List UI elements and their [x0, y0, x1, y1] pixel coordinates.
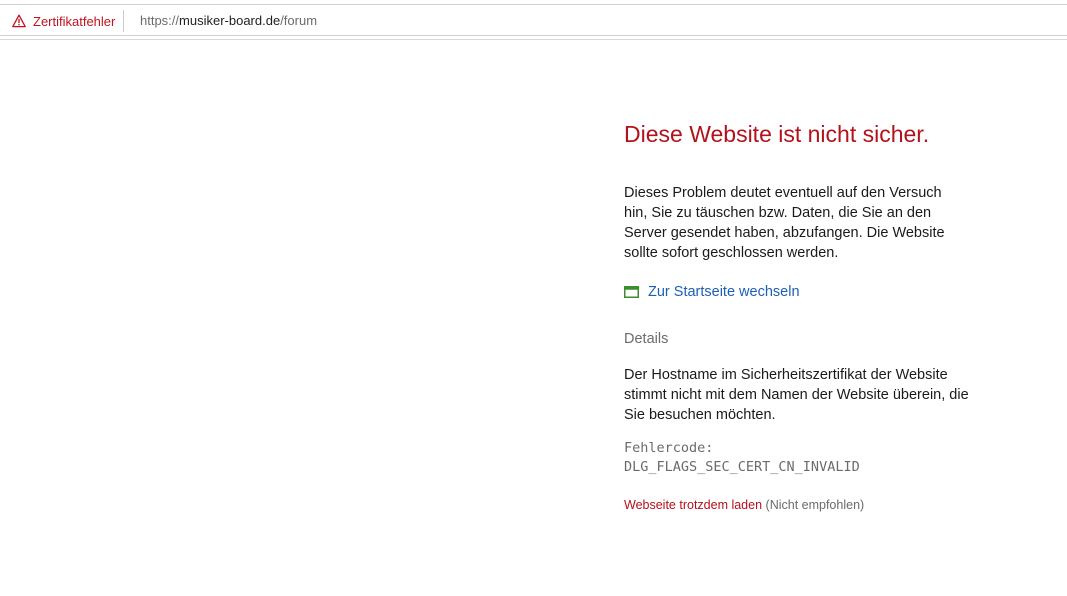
proceed-row: Webseite trotzdem laden (Nicht empfohlen…: [624, 496, 1024, 514]
url-scheme: https://: [140, 13, 180, 28]
error-code-label: Fehlercode:: [624, 440, 714, 456]
error-page-content: Diese Website ist nicht sicher. Dieses P…: [624, 118, 1024, 514]
url-field[interactable]: https://musiker-board.de/forum: [140, 10, 317, 32]
browser-window-icon: [624, 286, 639, 298]
error-description: Dieses Problem deutet eventuell auf den …: [624, 185, 945, 261]
go-to-homepage-link[interactable]: Zur Startseite wechseln: [624, 282, 1024, 302]
details-toggle[interactable]: Details: [624, 329, 1024, 349]
go-to-homepage-label: Zur Startseite wechseln: [648, 284, 800, 300]
page-title: Diese Website ist nicht sicher.: [624, 121, 930, 147]
url-path: /forum: [280, 13, 318, 28]
address-bar[interactable]: Zertifikatfehler https://musiker-board.d…: [0, 4, 1067, 36]
warning-triangle-icon: [12, 14, 26, 28]
details-text: Der Hostname im Sicherheitszertifikat de…: [624, 367, 969, 423]
error-code-block: Fehlercode: DLG_FLAGS_SEC_CERT_CN_INVALI…: [624, 439, 1024, 477]
certificate-error-button[interactable]: Zertifikatfehler: [6, 10, 125, 32]
not-recommended-note: (Nicht empfohlen): [765, 498, 865, 512]
url-domain: musiker-board.de: [179, 13, 281, 28]
certificate-error-label: Zertifikatfehler: [33, 13, 116, 29]
error-code-value: DLG_FLAGS_SEC_CERT_CN_INVALID: [624, 459, 860, 475]
toolbar-divider: [0, 39, 1067, 40]
proceed-anyway-link[interactable]: Webseite trotzdem laden: [624, 498, 762, 512]
